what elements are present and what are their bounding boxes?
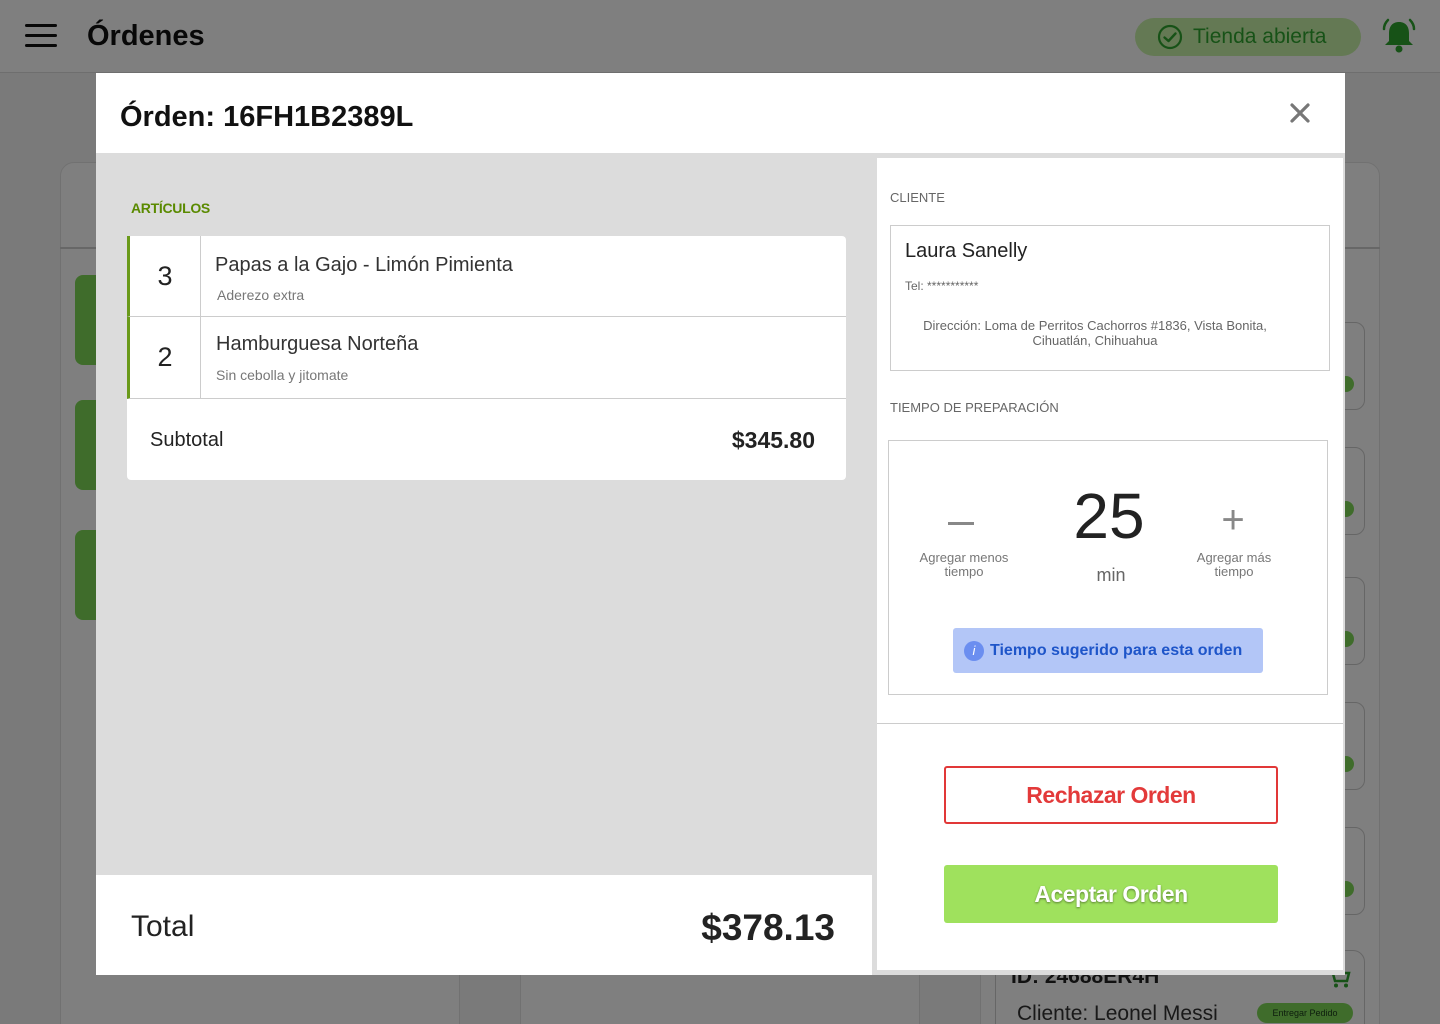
order-modal: Órden: 16FH1B2389L ARTÍCULOS 3 Papas a l… — [96, 73, 1345, 975]
client-section-label: CLIENTE — [890, 190, 945, 205]
items-section-label: ARTÍCULOS — [131, 200, 210, 216]
item-note: Aderezo extra — [217, 287, 305, 303]
subtotal-value: $345.80 — [731, 427, 815, 453]
item-name: Hamburguesa Norteña — [216, 333, 419, 355]
decrease-time-hint: Agregar menos tiempo — [919, 550, 1009, 579]
list-item: 2 Hamburguesa Norteña Sin cebolla y jito… — [127, 317, 846, 399]
total-value: $378.13 — [701, 907, 835, 948]
subtotal-label: Subtotal — [150, 429, 224, 451]
prep-time-value: 25 — [1073, 480, 1145, 552]
list-item: 3 Papas a la Gajo - Limón Pimienta Adere… — [127, 236, 846, 317]
prep-time-unit: min — [1096, 565, 1126, 585]
prep-time-section-label: TIEMPO DE PREPARACIÓN — [890, 400, 1059, 415]
info-icon: i — [964, 640, 984, 661]
client-info-box: Laura Sanelly Tel: *********** Dirección… — [890, 225, 1330, 371]
total-bar: Total $378.13 — [96, 875, 872, 975]
increase-time-hint: Agregar más tiempo — [1196, 550, 1272, 579]
item-name: Papas a la Gajo - Limón Pimienta — [215, 254, 513, 276]
item-quantity: 2 — [130, 317, 201, 398]
items-card: 3 Papas a la Gajo - Limón Pimienta Adere… — [127, 236, 846, 480]
item-note: Sin cebolla y jitomate — [216, 367, 349, 383]
suggested-time-text: Tiempo sugerido para esta orden — [990, 641, 1243, 659]
decrease-time-button[interactable] — [947, 509, 975, 537]
modal-title: Órden: 16FH1B2389L — [120, 101, 414, 133]
minus-icon — [948, 521, 974, 525]
modal-header: Órden: 16FH1B2389L — [96, 73, 1345, 153]
prep-time-stepper: Agregar menos tiempo 25 min + Agregar má… — [888, 440, 1328, 695]
accept-order-button[interactable]: Aceptar Orden — [944, 865, 1278, 923]
client-phone: Tel: *********** — [905, 279, 979, 293]
client-name: Laura Sanelly — [905, 240, 1028, 262]
reject-order-button[interactable]: Rechazar Orden — [944, 766, 1278, 824]
item-quantity: 3 — [130, 236, 201, 316]
increase-time-button[interactable]: + — [1217, 500, 1249, 540]
total-label: Total — [131, 910, 195, 943]
client-address: Dirección: Loma de Perritos Cachorros #1… — [923, 318, 1267, 348]
close-icon[interactable] — [1286, 99, 1314, 127]
suggested-time-notice: i Tiempo sugerido para esta orden — [953, 628, 1263, 673]
order-side-panel: CLIENTE Laura Sanelly Tel: *********** D… — [877, 158, 1343, 970]
divider — [877, 723, 1343, 724]
